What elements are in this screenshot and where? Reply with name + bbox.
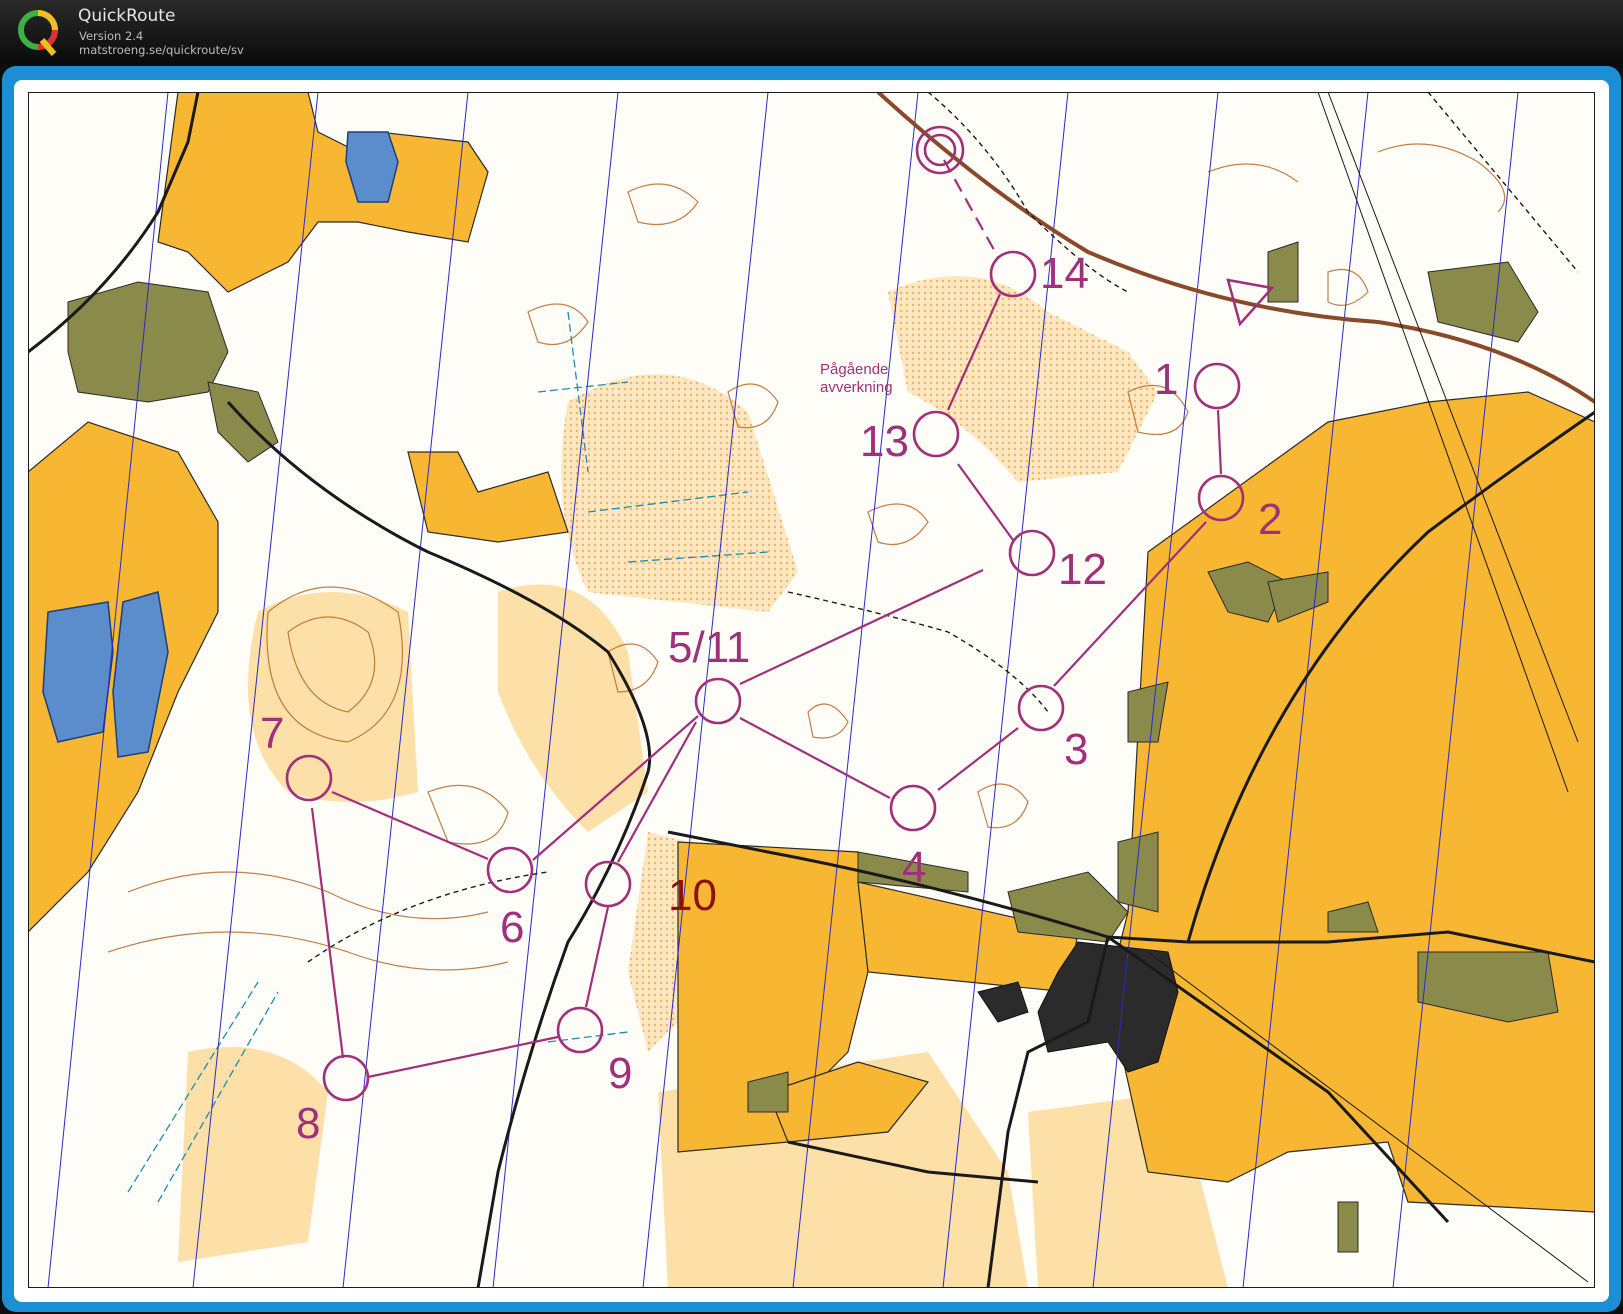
- control-9-label: 9: [608, 1049, 632, 1098]
- feature-label-10: 10: [668, 871, 717, 920]
- area-note-line2: avverkning: [820, 379, 893, 396]
- control-8-label: 8: [296, 1099, 320, 1148]
- control-13-label: 13: [860, 417, 909, 466]
- control-4-label: 4: [902, 843, 926, 892]
- title-bar: QuickRoute Version 2.4 matstroeng.se/qui…: [0, 0, 1623, 64]
- control-6-label: 6: [500, 903, 524, 952]
- app-url[interactable]: matstroeng.se/quickroute/sv: [79, 43, 244, 57]
- control-12-label: 12: [1058, 545, 1107, 594]
- control-2-label: 2: [1258, 495, 1282, 544]
- quickroute-logo-icon: [18, 10, 58, 56]
- orienteering-map[interactable]: 1 2 3 4 5/11 6 7 8 9 12 13 14 10 Pågåend…: [28, 92, 1595, 1288]
- control-7-label: 7: [260, 709, 284, 758]
- area-note-line1: Pågående: [820, 361, 888, 378]
- control-14-label: 14: [1040, 249, 1089, 298]
- control-1-label: 1: [1154, 355, 1178, 404]
- control-5-11-label: 5/11: [668, 623, 750, 672]
- control-3-label: 3: [1064, 725, 1088, 774]
- app-version: Version 2.4: [79, 29, 144, 43]
- app-title: QuickRoute: [78, 6, 176, 26]
